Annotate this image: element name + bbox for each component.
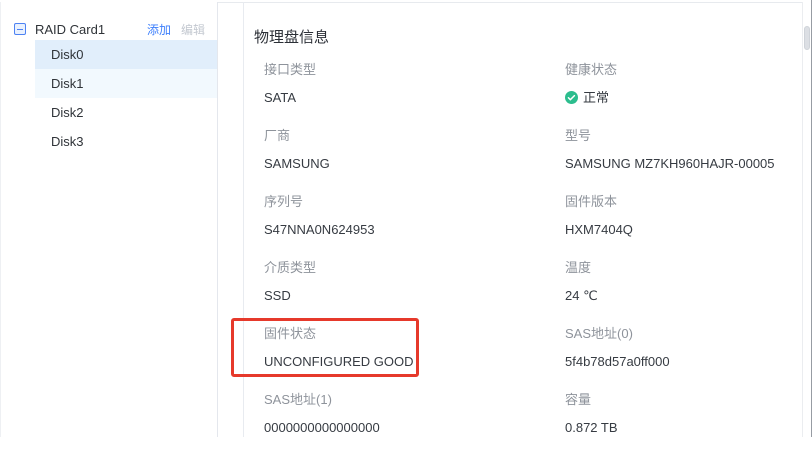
- page-title: 物理盘信息: [254, 28, 803, 48]
- field-sas-address-0: SAS地址(0) 5f4b78d57a0ff000: [565, 326, 803, 392]
- field-vendor: 厂商 SAMSUNG: [264, 128, 565, 194]
- field-firmware-version: 固件版本 HXM7404Q: [565, 194, 803, 260]
- sidebar-item-disk0[interactable]: Disk0: [35, 40, 217, 69]
- field-value: UNCONFIGURED GOOD: [264, 354, 565, 369]
- field-label: 固件状态: [264, 326, 565, 341]
- field-value: SSD: [264, 288, 565, 303]
- field-serial-number: 序列号 S47NNA0N624953: [264, 194, 565, 260]
- field-value: 0000000000000000: [264, 420, 565, 435]
- disk-tree-sidebar: RAID Card1 添加 编辑 Disk0 Disk1 Disk2 Disk3: [0, 2, 218, 437]
- field-firmware-state: 固件状态 UNCONFIGURED GOOD: [264, 326, 565, 392]
- field-sas-address-1: SAS地址(1) 0000000000000000: [264, 392, 565, 458]
- field-temperature: 温度 24 ℃: [565, 260, 803, 326]
- field-label: 温度: [565, 260, 803, 275]
- sidebar-item-disk2[interactable]: Disk2: [35, 98, 217, 127]
- sidebar-item-disk3[interactable]: Disk3: [35, 127, 217, 156]
- field-label: 型号: [565, 128, 803, 143]
- field-label: 厂商: [264, 128, 565, 143]
- physical-disk-info-panel: 物理盘信息 接口类型 SATA 健康状态 正常 厂商 SAMSUNG 型号 SA…: [243, 2, 803, 437]
- raid-card-label: RAID Card1: [35, 22, 105, 37]
- edit-link[interactable]: 编辑: [181, 21, 205, 38]
- field-value: SAMSUNG: [264, 156, 565, 171]
- field-value: 正常: [565, 90, 803, 105]
- disk-list: Disk0 Disk1 Disk2 Disk3: [1, 40, 217, 156]
- field-interface-type: 接口类型 SATA: [264, 62, 565, 128]
- sidebar-item-disk1[interactable]: Disk1: [35, 69, 217, 98]
- field-label: 健康状态: [565, 62, 803, 77]
- field-value: S47NNA0N624953: [264, 222, 565, 237]
- field-health-status: 健康状态 正常: [565, 62, 803, 128]
- field-label: 容量: [565, 392, 803, 407]
- health-status-text: 正常: [583, 90, 609, 105]
- check-circle-icon: [565, 91, 578, 104]
- collapse-minus-icon[interactable]: [14, 23, 26, 35]
- field-media-type: 介质类型 SSD: [264, 260, 565, 326]
- field-label: 序列号: [264, 194, 565, 209]
- field-label: 接口类型: [264, 62, 565, 77]
- field-value: 5f4b78d57a0ff000: [565, 354, 803, 369]
- field-model: 型号 SAMSUNG MZ7KH960HAJR-00005: [565, 128, 803, 194]
- field-label: 固件版本: [565, 194, 803, 209]
- field-value: 0.872 TB: [565, 420, 803, 435]
- field-value: SAMSUNG MZ7KH960HAJR-00005: [565, 156, 803, 171]
- field-value: 24 ℃: [565, 288, 803, 303]
- tree-actions: 添加 编辑: [147, 21, 205, 38]
- field-label: SAS地址(0): [565, 326, 803, 341]
- field-capacity: 容量 0.872 TB: [565, 392, 803, 458]
- field-grid: 接口类型 SATA 健康状态 正常 厂商 SAMSUNG 型号 SAMSUNG …: [264, 62, 803, 458]
- sidebar-item-raid-card1[interactable]: RAID Card1 添加 编辑: [1, 18, 217, 40]
- field-label: SAS地址(1): [264, 392, 565, 407]
- field-value: SATA: [264, 90, 565, 105]
- field-label: 介质类型: [264, 260, 565, 275]
- scrollbar-track: [802, 2, 811, 437]
- scrollbar-thumb[interactable]: [804, 26, 810, 50]
- field-value: HXM7404Q: [565, 222, 803, 237]
- add-link[interactable]: 添加: [147, 21, 171, 38]
